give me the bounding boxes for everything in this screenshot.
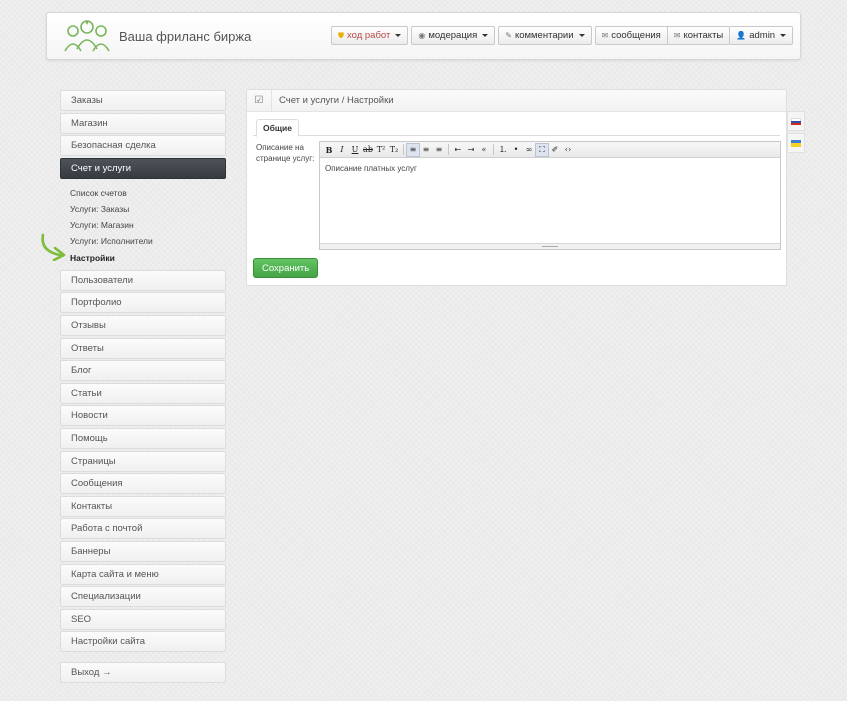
language-ru[interactable] [787, 111, 805, 131]
green-arrow-icon [41, 233, 66, 261]
toolbar-separator [403, 144, 404, 155]
tabs: Общие [253, 119, 780, 137]
envelope-icon: ✉ [601, 31, 609, 40]
align-left-icon[interactable]: ≡ [406, 142, 420, 157]
sidebar-item-specializations[interactable]: Специализации [60, 586, 226, 608]
sidebar-item-orders[interactable]: Заказы [60, 90, 226, 111]
sidebar-item-site-settings[interactable]: Настройки сайта [60, 631, 226, 653]
link-icon[interactable]: ∞ [523, 144, 535, 156]
indent-icon[interactable]: ⇥ [465, 144, 477, 156]
people-logo-icon[interactable] [63, 19, 111, 55]
caret-down-icon [578, 34, 585, 37]
strikethrough-icon[interactable]: ab [362, 144, 374, 156]
sidebar-item-help[interactable]: Помощь [60, 428, 226, 450]
edit-icon: ☑ [247, 89, 272, 112]
align-center-icon[interactable]: ≡ [420, 144, 432, 156]
wysiwyg-editor: B I U ab T² T₂ ≡ ≡ ≡ ⇤ ⇥ « ⒈ • ∞ ⛶ ✐ ‹› … [319, 141, 781, 250]
pencil-icon: ✎ [505, 31, 512, 40]
sidebar-item-exit[interactable]: Выход → [60, 662, 226, 684]
editor-toolbar: B I U ab T² T₂ ≡ ≡ ≡ ⇤ ⇥ « ⒈ • ∞ ⛶ ✐ ‹› [320, 142, 780, 158]
settings-panel: ☑ Счет и услуги / Настройки Общие Описан… [246, 89, 787, 286]
sidebar-item-messages[interactable]: Сообщения [60, 473, 226, 495]
sidebar-item-contacts[interactable]: Контакты [60, 495, 226, 517]
language-switcher [787, 111, 805, 155]
nav-moderation-button[interactable]: ◉ модерация [411, 26, 496, 45]
subitem-services-performers[interactable]: Услуги: Исполнители [70, 233, 226, 249]
sidebar-item-portfolio[interactable]: Портфолио [60, 292, 226, 314]
sidebar-item-sitemap[interactable]: Карта сайта и меню [60, 563, 226, 585]
panel-header: ☑ Счет и услуги / Настройки [247, 89, 786, 112]
underline-icon[interactable]: U [349, 144, 361, 156]
sidebar-item-users[interactable]: Пользователи [60, 269, 226, 291]
source-code-icon[interactable]: ‹› [562, 144, 574, 156]
save-button[interactable]: Сохранить [253, 258, 319, 278]
sidebar-item-safe-deal[interactable]: Безопасная сделка [60, 135, 226, 157]
envelope-icon: ✉ [673, 31, 681, 40]
tab-general[interactable]: Общие [256, 119, 299, 137]
sidebar-item-shop[interactable]: Магазин [60, 112, 226, 134]
align-right-icon[interactable]: ≡ [433, 144, 445, 156]
sidebar-item-pages[interactable]: Страницы [60, 450, 226, 472]
eraser-icon[interactable]: ✐ [549, 144, 561, 156]
caret-down-icon [780, 34, 787, 37]
editor-resize-handle[interactable] [320, 243, 780, 249]
toolbar-separator [448, 144, 449, 155]
subscript-icon[interactable]: T₂ [388, 144, 400, 156]
sidebar-item-mail[interactable]: Работа с почтой [60, 518, 226, 540]
subitem-invoices[interactable]: Список счетов [70, 184, 226, 200]
sidebar-item-seo[interactable]: SEO [60, 608, 226, 630]
superscript-icon[interactable]: T² [375, 144, 387, 156]
fullscreen-icon[interactable]: ⛶ [535, 142, 549, 157]
top-navigation: ⛊ ход работ ◉ модерация ✎ комментарии ✉ … [331, 26, 796, 45]
bold-icon[interactable]: B [323, 144, 335, 156]
sidebar-item-reviews[interactable]: Отзывы [60, 315, 226, 337]
sidebar-item-articles[interactable]: Статьи [60, 382, 226, 404]
outdent-icon[interactable]: ⇤ [452, 144, 464, 156]
sidebar-item-news[interactable]: Новости [60, 405, 226, 427]
unordered-list-icon[interactable]: • [510, 144, 522, 156]
sidebar-submenu: Список счетов Услуги: Заказы Услуги: Маг… [60, 180, 226, 269]
ukrainian-flag-icon [791, 139, 801, 147]
toolbar-separator [493, 144, 494, 155]
breadcrumb: Счет и услуги / Настройки [279, 95, 394, 106]
description-label: Описание на странице услуг: [256, 143, 315, 163]
blockquote-icon[interactable]: « [478, 144, 490, 156]
nav-messages-button[interactable]: ✉ сообщения [594, 26, 668, 45]
nav-comments-button[interactable]: ✎ комментарии [498, 26, 592, 45]
sidebar-item-answers[interactable]: Ответы [60, 337, 226, 359]
nav-contacts-button[interactable]: ✉ контакты [667, 26, 731, 45]
user-icon: 👤 [736, 31, 747, 40]
russian-flag-icon [791, 117, 801, 125]
shield-icon: ⛊ [338, 30, 344, 40]
subitem-settings[interactable]: Настройки [70, 250, 226, 266]
subitem-services-shop[interactable]: Услуги: Магазин [70, 217, 226, 233]
site-title[interactable]: Ваша фриланс биржа [119, 29, 251, 44]
ordered-list-icon[interactable]: ⒈ [497, 144, 509, 156]
nav-progress-button[interactable]: ⛊ ход работ [331, 26, 409, 45]
language-ua[interactable] [787, 133, 805, 153]
sidebar: Заказы Магазин Безопасная сделка Счет и … [60, 90, 226, 685]
sidebar-item-banners[interactable]: Баннеры [60, 540, 226, 562]
header: Ваша фриланс биржа ⛊ ход работ ◉ модерац… [46, 12, 801, 60]
subitem-services-orders[interactable]: Услуги: Заказы [70, 201, 226, 217]
caret-down-icon [482, 34, 489, 37]
italic-icon[interactable]: I [336, 144, 348, 156]
nav-admin-button[interactable]: 👤 admin [730, 26, 794, 45]
editor-content[interactable]: Описание платных услуг [320, 158, 780, 243]
sidebar-item-blog[interactable]: Блог [60, 360, 226, 382]
eye-icon: ◉ [418, 31, 426, 40]
caret-down-icon [395, 34, 402, 37]
sidebar-item-billing[interactable]: Счет и услуги [60, 157, 226, 179]
